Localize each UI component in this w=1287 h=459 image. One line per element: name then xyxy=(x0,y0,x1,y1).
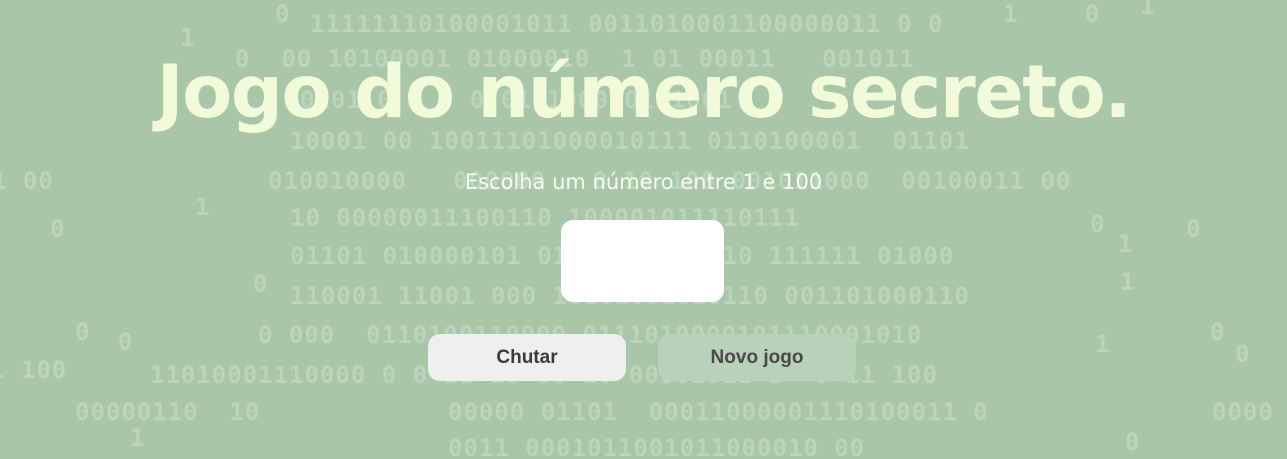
new-game-button[interactable]: Novo jogo xyxy=(658,334,856,381)
page-title: Jogo do número secreto. xyxy=(156,50,1132,135)
guess-button[interactable]: Chutar xyxy=(428,334,626,381)
guess-input[interactable] xyxy=(561,220,724,302)
instruction-text: Escolha um número entre 1 e 100 xyxy=(464,170,823,194)
game-container: Jogo do número secreto. Escolha um númer… xyxy=(0,0,1287,459)
